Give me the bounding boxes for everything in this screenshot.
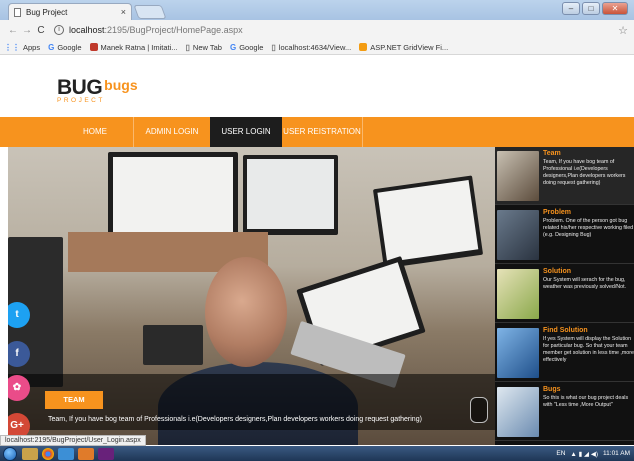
nav-home[interactable]: HOME	[58, 117, 132, 147]
sidebar-item-text: So this is what our bug project deals wi…	[543, 395, 629, 408]
bookmark-google-2[interactable]: G Google	[230, 43, 263, 52]
hero-slider: TEAM Team, If you have bog team of Profe…	[8, 147, 495, 445]
sidebar-item-text: Problem. One of the person got bug relat…	[543, 218, 634, 238]
start-button[interactable]	[3, 446, 17, 461]
ie-icon[interactable]	[58, 447, 74, 460]
site-logo[interactable]: BUG bugs PROJECT	[57, 76, 138, 104]
bookmark-manek[interactable]: Manek Ratna | Imitati...	[89, 43, 178, 52]
slide-caption: TEAM Team, If you have bog team of Profe…	[8, 374, 495, 430]
taskbar: EN ▲ ▮ ◢ ◀) 11:01 AM	[0, 446, 634, 461]
page-icon: ▯	[271, 42, 276, 52]
apps-grid-icon: ⋮⋮	[4, 42, 20, 52]
monitor-image	[243, 155, 338, 235]
page-icon: ▯	[185, 42, 190, 52]
tab-close-icon[interactable]: ×	[121, 7, 126, 17]
slider-next-button[interactable]	[470, 397, 488, 423]
bookmark-aspnet[interactable]: ASP.NET GridView Fi...	[359, 43, 448, 52]
sidebar-item-team[interactable]: Team Team, If you have bog team of Profe…	[495, 147, 634, 205]
google-icon: G	[48, 42, 55, 52]
minimize-icon[interactable]: –	[562, 2, 580, 15]
explorer-icon[interactable]	[22, 447, 38, 460]
maximize-icon[interactable]: □	[582, 2, 600, 15]
sidebar-item-text: If yes System will display the Solution …	[543, 336, 634, 363]
find-solution-thumbnail	[497, 328, 539, 378]
app-icon[interactable]	[78, 447, 94, 460]
address-bar: ← → C i localhost:2195/BugProject/HomePa…	[0, 20, 634, 40]
bookmarks-bar: ⋮⋮ Apps G Google Manek Ratna | Imitati... …	[0, 40, 634, 55]
browser-tab-bar: Bug Project × – □ ✕	[0, 0, 634, 20]
slide-team-button[interactable]: TEAM	[45, 391, 103, 409]
bugs-thumbnail	[497, 387, 539, 437]
nav-user-login[interactable]: USER LOGIN	[210, 117, 282, 147]
sidebar-item-find-solution[interactable]: Find Solution If yes System will display…	[495, 324, 634, 382]
tab-title: Bug Project	[26, 7, 68, 17]
slide-caption-text: Team, If you have bog team of Profession…	[48, 416, 422, 423]
info-icon[interactable]: i	[54, 25, 64, 35]
back-button[interactable]: ←	[6, 25, 20, 36]
logo-main: BUG	[57, 76, 103, 99]
clock[interactable]: 11:01 AM	[603, 450, 630, 457]
site-header: BUG bugs PROJECT	[0, 55, 634, 117]
sidebar-item-solution[interactable]: Solution Our System will serach for the …	[495, 265, 634, 323]
bookmark-apps[interactable]: ⋮⋮ Apps	[4, 43, 40, 52]
sidebar-item-title: Solution	[543, 268, 571, 275]
slide-sidebar: Team Team, If you have bog team of Profe…	[495, 147, 634, 445]
forward-button[interactable]: →	[20, 25, 34, 36]
bookmark-icon	[359, 43, 368, 51]
bookmark-localhost[interactable]: ▯ localhost:4634/View...	[271, 43, 351, 52]
sidebar-item-title: Bugs	[543, 386, 561, 393]
system-tray: EN ▲ ▮ ◢ ◀) 11:01 AM	[556, 450, 634, 458]
window-controls: – □ ✕	[562, 2, 628, 15]
visual-studio-icon[interactable]	[98, 447, 114, 460]
page-icon	[14, 7, 21, 17]
language-indicator[interactable]: EN	[556, 450, 565, 457]
nav-admin-login[interactable]: ADMIN LOGIN	[134, 117, 210, 147]
bookmark-google[interactable]: G Google	[48, 43, 81, 52]
url-host: localhost	[69, 25, 105, 35]
logo-accent: bugs	[104, 77, 138, 93]
sidebar-item-title: Team	[543, 150, 561, 157]
tray-icons[interactable]: ▲ ▮ ◢ ◀)	[570, 450, 598, 458]
solution-thumbnail	[497, 269, 539, 319]
window-close-icon[interactable]: ✕	[602, 2, 628, 15]
sidebar-item-title: Find Solution	[543, 327, 588, 334]
person-head-image	[205, 257, 287, 367]
reload-button[interactable]: C	[34, 25, 48, 36]
url-field[interactable]: i localhost:2195/BugProject/HomePage.asp…	[54, 22, 618, 38]
status-url: localhost:2195/BugProject/User_Login.asp…	[0, 435, 146, 446]
browser-tab[interactable]: Bug Project ×	[8, 3, 132, 20]
main-nav: HOME ADMIN LOGIN USER LOGIN USER REISTRA…	[0, 117, 634, 147]
sidebar-item-title: Problem	[543, 209, 572, 216]
sidebar-item-bugs[interactable]: Bugs So this is what our bug project dea…	[495, 383, 634, 441]
sidebar-item-text: Team, If you have bog team of Profession…	[543, 159, 626, 186]
site-icon	[89, 43, 98, 51]
url-path: :2195/BugProject/HomePage.aspx	[104, 25, 243, 35]
sidebar-item-text: Our System will serach for the bug, weat…	[543, 277, 627, 290]
bookmark-new-tab[interactable]: ▯ New Tab	[186, 43, 222, 52]
nav-user-registration[interactable]: USER REISTRATION	[282, 117, 362, 147]
team-thumbnail	[497, 151, 539, 201]
sidebar-item-problem[interactable]: Problem Problem. One of the person got b…	[495, 206, 634, 264]
keyboard-image	[143, 325, 203, 365]
new-tab-button[interactable]	[133, 5, 167, 19]
problem-thumbnail	[497, 210, 539, 260]
google-icon: G	[229, 42, 237, 52]
chrome-icon[interactable]	[42, 447, 54, 460]
monitor-image	[372, 175, 484, 269]
star-icon[interactable]: ☆	[618, 24, 628, 37]
nav-divider	[362, 117, 363, 147]
